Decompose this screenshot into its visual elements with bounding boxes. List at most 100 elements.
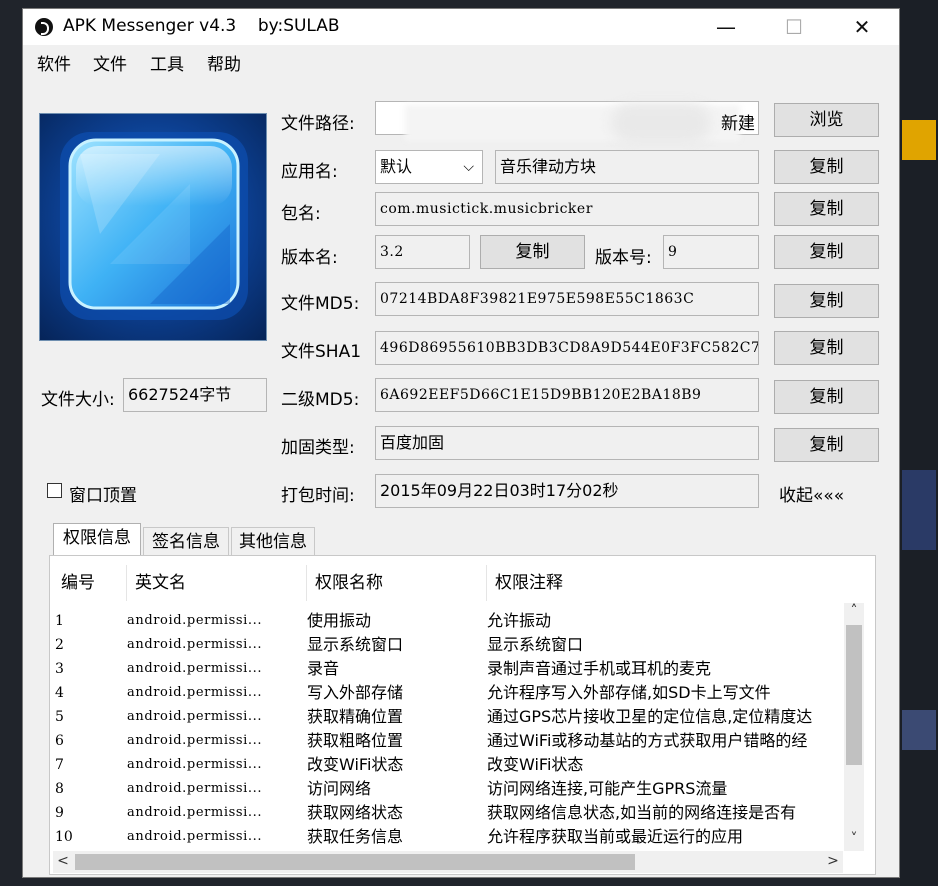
redacted-path-blob bbox=[611, 103, 711, 143]
row-number: 5 bbox=[55, 709, 64, 725]
version-code-field[interactable]: 9 bbox=[663, 235, 759, 269]
browse-button[interactable]: 浏览 bbox=[774, 103, 879, 137]
copy-md5-button[interactable]: 复制 bbox=[774, 284, 879, 318]
scroll-right-icon[interactable]: > bbox=[823, 853, 843, 869]
table-row[interactable]: 6 android.permissi... 获取粗略位置 通过WiFi或移动基站的方式… bbox=[53, 729, 848, 753]
list-header: 编号 英文名 权限名称 权限注释 bbox=[53, 565, 871, 601]
menu-bar: 软件 文件 工具 帮助 bbox=[23, 45, 899, 77]
row-permission-name: 获取粗略位置 bbox=[307, 731, 404, 750]
app-logo-icon bbox=[35, 18, 53, 36]
row-permission-note: 显示系统窗口 bbox=[487, 635, 584, 654]
permissions-list[interactable]: 编号 英文名 权限名称 权限注释 1 android.permissi... 使用振… bbox=[53, 565, 871, 853]
md5-2-field[interactable]: 6A692EEF5D66C1E15D9BB120E2BA18B9 bbox=[375, 378, 759, 412]
menu-help[interactable]: 帮助 bbox=[207, 50, 241, 75]
app-name-select[interactable]: 默认 ⌵ bbox=[375, 150, 483, 184]
table-row[interactable]: 5 android.permissi... 获取精确位置 通过GPS芯片接收卫星的定位… bbox=[53, 705, 848, 729]
file-size-label: 文件大小: bbox=[41, 390, 115, 410]
horizontal-scrollbar[interactable]: < > bbox=[53, 851, 843, 873]
row-number: 10 bbox=[55, 829, 73, 845]
row-permission-name: 录音 bbox=[307, 659, 340, 678]
row-permission-name: 使用振动 bbox=[307, 611, 372, 630]
row-english-name: android.permissi... bbox=[127, 733, 263, 748]
menu-file[interactable]: 文件 bbox=[93, 50, 127, 75]
column-header-note[interactable]: 权限注释 bbox=[487, 565, 871, 601]
row-number: 8 bbox=[55, 781, 64, 797]
copy-md5-2-button[interactable]: 复制 bbox=[774, 380, 879, 414]
table-row[interactable]: 7 android.permissi... 改变WiFi状态 改变WiFi状态 bbox=[53, 753, 848, 777]
tab-permissions[interactable]: 权限信息 bbox=[53, 523, 141, 557]
tab-other[interactable]: 其他信息 bbox=[231, 527, 315, 557]
row-permission-note: 通过GPS芯片接收卫星的定位信息,定位精度达 bbox=[487, 707, 813, 726]
title-bar[interactable]: APK Messenger v4.3 by:SULAB — ☐ ✕ bbox=[23, 9, 899, 45]
collapse-link[interactable]: 收起««« bbox=[779, 481, 844, 506]
sha1-field[interactable]: 496D86955610BB3DB3CD8A9D544E0F3FC582C729 bbox=[375, 331, 759, 365]
table-row[interactable]: 3 android.permissi... 录音 录制声音通过手机或耳机的麦克 bbox=[53, 657, 848, 681]
row-number: 4 bbox=[55, 685, 64, 701]
md5-field[interactable]: 07214BDA8F39821E975E598E55C1863C bbox=[375, 282, 759, 316]
scroll-up-icon[interactable]: ˄ bbox=[844, 603, 864, 619]
version-name-field[interactable]: 3.2 bbox=[375, 235, 470, 269]
row-permission-note: 录制声音通过手机或耳机的麦克 bbox=[487, 659, 712, 678]
topmost-checkbox[interactable] bbox=[47, 483, 62, 498]
scroll-left-icon[interactable]: < bbox=[53, 853, 73, 869]
harden-field[interactable]: 百度加固 bbox=[375, 426, 759, 460]
package-label: 包名: bbox=[281, 204, 321, 224]
pack-time-field[interactable]: 2015年09月22日03时17分02秒 bbox=[375, 474, 759, 508]
row-english-name: android.permissi... bbox=[127, 829, 263, 844]
row-permission-note: 访问网络连接,可能产生GPRS流量 bbox=[487, 779, 728, 798]
row-permission-note: 获取网络信息状态,如当前的网络连接是否有 bbox=[487, 803, 797, 822]
app-window: APK Messenger v4.3 by:SULAB — ☐ ✕ 软件 文件 … bbox=[22, 8, 900, 878]
file-size-field[interactable]: 6627524字节 bbox=[123, 378, 267, 412]
table-row[interactable]: 8 android.permissi... 访问网络 访问网络连接,可能产生GPRS流… bbox=[53, 777, 848, 801]
row-english-name: android.permissi... bbox=[127, 637, 263, 652]
harden-label: 加固类型: bbox=[281, 438, 355, 458]
row-permission-name: 获取网络状态 bbox=[307, 803, 404, 822]
minimize-button[interactable]: — bbox=[703, 9, 749, 45]
column-header-no[interactable]: 编号 bbox=[53, 565, 127, 601]
topmost-label: 窗口顶置 bbox=[69, 486, 137, 506]
table-row[interactable]: 1 android.permissi... 使用振动 允许振动 bbox=[53, 609, 848, 633]
row-permission-note: 允许程序写入外部存储,如SD卡上写文件 bbox=[487, 683, 771, 702]
row-english-name: android.permissi... bbox=[127, 757, 263, 772]
table-row[interactable]: 2 android.permissi... 显示系统窗口 显示系统窗口 bbox=[53, 633, 848, 657]
table-row[interactable]: 4 android.permissi... 写入外部存储 允许程序写入外部存储,如SD… bbox=[53, 681, 848, 705]
row-permission-name: 改变WiFi状态 bbox=[307, 755, 404, 774]
table-row[interactable]: 10 android.permissi... 获取任务信息 允许程序获取当前或最近运行… bbox=[53, 825, 848, 849]
vertical-scroll-thumb[interactable] bbox=[846, 625, 862, 765]
maximize-button[interactable]: ☐ bbox=[771, 9, 817, 45]
desktop-fragment bbox=[902, 120, 936, 160]
row-english-name: android.permissi... bbox=[127, 661, 263, 676]
package-field[interactable]: com.musictick.musicbricker bbox=[375, 192, 759, 226]
table-row[interactable]: 9 android.permissi... 获取网络状态 获取网络信息状态,如当前的网… bbox=[53, 801, 848, 825]
apk-icon-image bbox=[39, 113, 267, 341]
row-permission-name: 显示系统窗口 bbox=[307, 635, 404, 654]
row-number: 1 bbox=[55, 613, 64, 629]
horizontal-scroll-thumb[interactable] bbox=[75, 854, 635, 870]
copy-version-code-button[interactable]: 复制 bbox=[774, 235, 879, 269]
tab-signature[interactable]: 签名信息 bbox=[143, 527, 229, 557]
row-permission-name: 获取任务信息 bbox=[307, 827, 404, 846]
copy-sha1-button[interactable]: 复制 bbox=[774, 331, 879, 365]
row-permission-note: 通过WiFi或移动基站的方式获取用户错略的经 bbox=[487, 731, 808, 750]
row-permission-note: 改变WiFi状态 bbox=[487, 755, 584, 774]
chevron-down-icon: ⌵ bbox=[463, 159, 474, 175]
column-header-name[interactable]: 权限名称 bbox=[307, 565, 487, 601]
copy-harden-button[interactable]: 复制 bbox=[774, 428, 879, 462]
row-permission-name: 获取精确位置 bbox=[307, 707, 404, 726]
row-permission-note: 允许振动 bbox=[487, 611, 552, 630]
copy-version-name-button[interactable]: 复制 bbox=[480, 235, 585, 269]
close-button[interactable]: ✕ bbox=[839, 9, 885, 45]
column-header-english[interactable]: 英文名 bbox=[127, 565, 307, 601]
copy-package-button[interactable]: 复制 bbox=[774, 192, 879, 226]
app-name-field[interactable]: 音乐律动方块 bbox=[495, 150, 759, 184]
row-permission-note: 允许程序获取当前或最近运行的应用 bbox=[487, 827, 744, 846]
app-name-label: 应用名: bbox=[281, 162, 338, 182]
menu-tools[interactable]: 工具 bbox=[150, 50, 184, 75]
file-path-label: 文件路径: bbox=[281, 114, 355, 134]
apk-icon-graphic bbox=[60, 132, 248, 320]
menu-software[interactable]: 软件 bbox=[37, 50, 71, 75]
vertical-scrollbar[interactable]: ˄ ˅ bbox=[844, 603, 864, 851]
row-permission-name: 写入外部存储 bbox=[307, 683, 404, 702]
scroll-down-icon[interactable]: ˅ bbox=[844, 831, 864, 847]
copy-app-name-button[interactable]: 复制 bbox=[774, 150, 879, 184]
